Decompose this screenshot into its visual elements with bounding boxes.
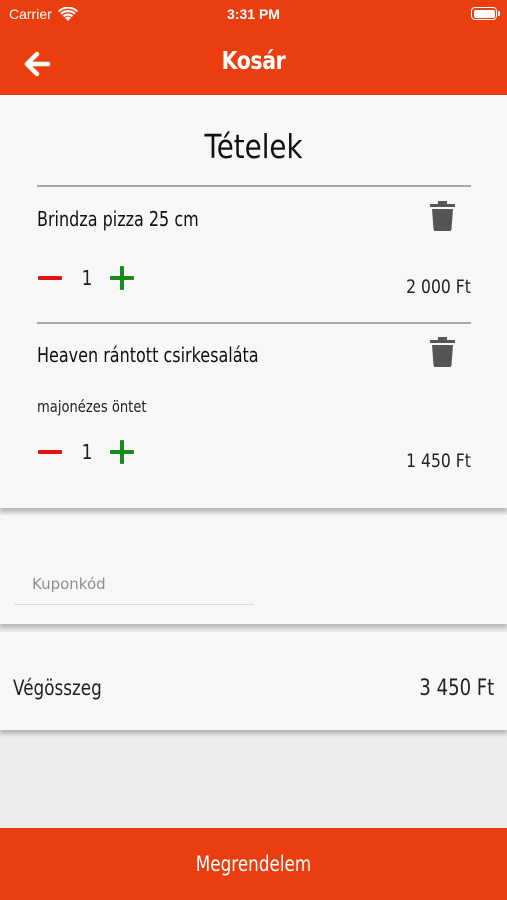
cart-items-card: Tételek Brindza pizza 25 cm 1 2 000 Ft H…: [0, 95, 507, 508]
item-name: Brindza pizza 25 cm: [37, 207, 199, 231]
nav-bar: Kosár: [0, 28, 507, 95]
total-label: Végösszeg: [13, 676, 102, 700]
item-price: 1 450 Ft: [406, 450, 471, 472]
increase-quantity-button[interactable]: [110, 266, 134, 290]
divider: [37, 322, 471, 324]
status-time: 3:31 PM: [227, 6, 280, 22]
total-value: 3 450 Ft: [419, 676, 494, 701]
item-quantity: 1: [81, 440, 93, 464]
trash-icon[interactable]: [430, 337, 455, 367]
item-price: 2 000 Ft: [406, 276, 471, 298]
coupon-card: [0, 515, 507, 624]
battery-icon: [471, 7, 500, 20]
order-button[interactable]: Megrendelem: [0, 828, 507, 900]
battery-fill: [473, 9, 495, 18]
order-button-label: Megrendelem: [195, 852, 312, 876]
item-quantity: 1: [81, 266, 93, 290]
increase-quantity-button[interactable]: [110, 440, 134, 464]
status-bar: Carrier 3:31 PM: [0, 0, 507, 28]
decrease-quantity-button[interactable]: [38, 450, 62, 454]
items-heading: Tételek: [204, 127, 303, 166]
item-name: Heaven rántott csirkesaláta: [37, 343, 259, 367]
decrease-quantity-button[interactable]: [38, 276, 62, 280]
page-title: Kosár: [221, 46, 286, 75]
total-card: Végösszeg 3 450 Ft: [0, 632, 507, 730]
divider: [37, 185, 471, 187]
trash-icon[interactable]: [430, 201, 455, 231]
item-note: majonézes öntet: [37, 397, 147, 416]
coupon-input[interactable]: [14, 563, 254, 605]
